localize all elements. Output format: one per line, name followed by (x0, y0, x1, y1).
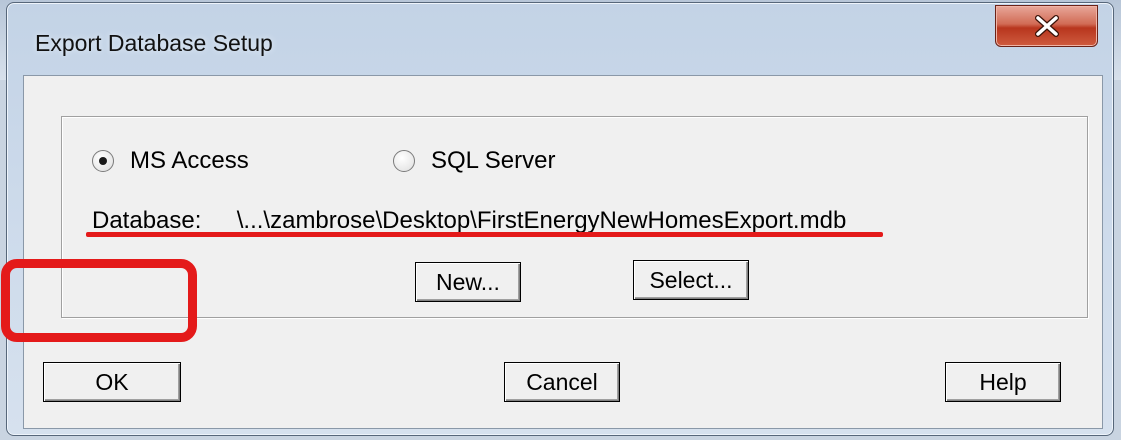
new-button[interactable]: New... (415, 262, 521, 302)
radio-unselected-icon[interactable] (393, 150, 415, 172)
select-button[interactable]: Select... (633, 260, 749, 300)
help-button[interactable]: Help (945, 362, 1061, 402)
dialog-title: Export Database Setup (35, 30, 273, 56)
database-path-line: Database: \...\zambrose\Desktop\FirstEne… (92, 207, 846, 235)
ok-button[interactable]: OK (43, 362, 181, 402)
annotation-highlight-box (1, 259, 197, 342)
sql-server-option[interactable]: SQL Server (393, 147, 556, 175)
ms-access-option[interactable]: MS Access (92, 147, 249, 175)
dialog-client-area: MS Access SQL Server Database: \...\zamb… (23, 75, 1103, 429)
sql-server-label: SQL Server (431, 147, 556, 174)
radio-selected-icon[interactable] (92, 150, 114, 172)
cancel-button[interactable]: Cancel (504, 362, 620, 402)
close-icon (1034, 15, 1059, 37)
close-button[interactable] (995, 5, 1098, 47)
database-label: Database: (92, 207, 202, 234)
export-database-setup-dialog: Export Database Setup MS Access SQL Serv… (6, 2, 1114, 436)
database-path: \...\zambrose\Desktop\FirstEnergyNewHome… (236, 207, 847, 234)
annotation-underline (86, 232, 883, 237)
database-groupbox: MS Access SQL Server Database: \...\zamb… (61, 116, 1088, 318)
ms-access-label: MS Access (130, 147, 249, 174)
